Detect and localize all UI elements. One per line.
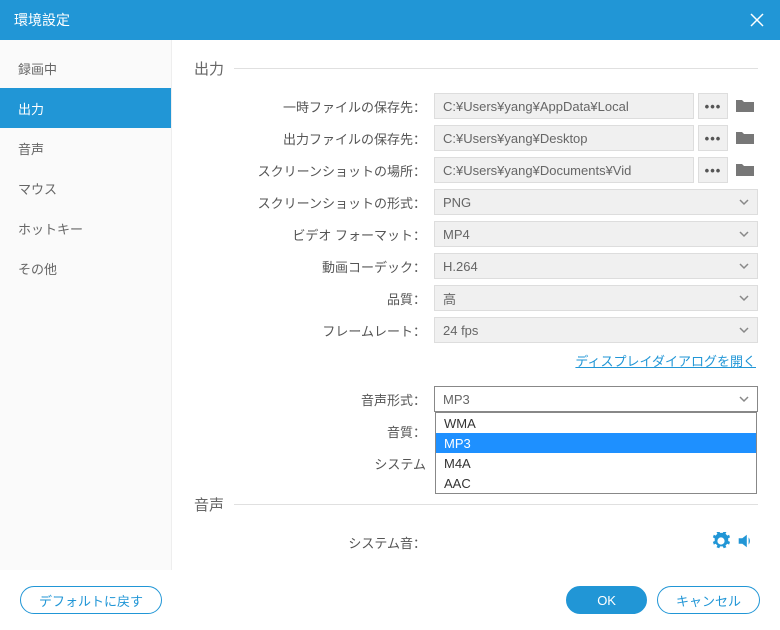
sidebar-item-label: ホットキー [18,219,83,238]
video-codec-select[interactable]: H.264 [434,253,758,279]
chevron-down-icon [739,259,749,274]
framerate-select[interactable]: 24 fps [434,317,758,343]
browse-button[interactable]: ••• [698,125,728,151]
sidebar-item-recording[interactable]: 録画中 [0,48,171,88]
row-label: 出力ファイルの保存先： [194,129,434,148]
dropdown-option-m4a[interactable]: M4A [436,453,756,473]
chevron-down-icon [739,227,749,242]
bottom-bar: デフォルトに戻す OK キャンセル [0,570,780,630]
output-path-field[interactable]: C:¥Users¥yang¥Desktop [434,125,694,151]
temp-path-field[interactable]: C:¥Users¥yang¥AppData¥Local [434,93,694,119]
close-icon[interactable] [748,11,766,29]
section-heading-label: 音声 [194,494,224,515]
sidebar-item-label: マウス [18,179,57,198]
row-label: システム音： [194,533,434,552]
row-label: システム [194,454,434,473]
quality-select[interactable]: 高 [434,285,758,311]
select-value: MP3 [443,392,470,407]
section-heading-audio: 音声 [194,494,758,515]
audio-format-select[interactable]: MP3 WMA MP3 M4A AAC [434,386,758,412]
row-label: 一時ファイルの保存先： [194,97,434,116]
sidebar-item-label: 出力 [18,99,44,118]
row-label: スクリーンショットの場所： [194,161,434,180]
screenshot-path-field[interactable]: C:¥Users¥yang¥Documents¥Vid [434,157,694,183]
row-framerate: フレームレート： 24 fps [194,315,758,345]
row-system-sound: システム音： [194,527,758,557]
open-folder-icon[interactable] [732,93,758,119]
sidebar-item-hotkey[interactable]: ホットキー [0,208,171,248]
sidebar-item-label: その他 [18,259,57,278]
chevron-down-icon [739,392,749,407]
dropdown-option-aac[interactable]: AAC [436,473,756,493]
gear-icon[interactable] [712,532,730,553]
window-title: 環境設定 [14,10,748,30]
sidebar-item-audio[interactable]: 音声 [0,128,171,168]
dropdown-option-mp3[interactable]: MP3 [436,433,756,453]
row-label: 音質： [194,422,434,441]
section-divider [234,504,758,505]
row-screenshot-format: スクリーンショットの形式： PNG [194,187,758,217]
select-value: H.264 [443,259,478,274]
reset-defaults-button[interactable]: デフォルトに戻す [20,586,162,614]
dropdown-option-wma[interactable]: WMA [436,413,756,433]
select-value: MP4 [443,227,470,242]
row-output-path: 出力ファイルの保存先： C:¥Users¥yang¥Desktop ••• [194,123,758,153]
select-value: PNG [443,195,471,210]
chevron-down-icon [739,291,749,306]
row-label: フレームレート： [194,321,434,340]
section-heading-label: 出力 [194,58,224,79]
ok-button[interactable]: OK [566,586,647,614]
row-label: 品質： [194,289,434,308]
video-format-select[interactable]: MP4 [434,221,758,247]
row-label: スクリーンショットの形式： [194,193,434,212]
sidebar: 録画中 出力 音声 マウス ホットキー その他 [0,40,172,570]
row-quality: 品質： 高 [194,283,758,313]
audio-format-dropdown: WMA MP3 M4A AAC [435,412,757,494]
select-value: 高 [443,289,456,308]
titlebar: 環境設定 [0,0,780,40]
sidebar-item-output[interactable]: 出力 [0,88,171,128]
chevron-down-icon [739,323,749,338]
browse-button[interactable]: ••• [698,157,728,183]
content-pane: 出力 一時ファイルの保存先： C:¥Users¥yang¥AppData¥Loc… [172,40,780,570]
display-dialog-link-row: ディスプレイダイアログを開く [194,351,758,370]
select-value: 24 fps [443,323,478,338]
row-label: 音声形式： [194,390,434,409]
sidebar-item-other[interactable]: その他 [0,248,171,288]
row-video-codec: 動画コーデック： H.264 [194,251,758,281]
sidebar-item-label: 録画中 [18,59,57,78]
row-video-format: ビデオ フォーマット： MP4 [194,219,758,249]
row-screenshot-path: スクリーンショットの場所： C:¥Users¥yang¥Documents¥Vi… [194,155,758,185]
section-heading-output: 出力 [194,58,758,79]
row-label: ビデオ フォーマット： [194,225,434,244]
speaker-icon[interactable] [736,532,754,553]
row-temp-path: 一時ファイルの保存先： C:¥Users¥yang¥AppData¥Local … [194,91,758,121]
sidebar-item-label: 音声 [18,139,44,158]
section-divider [234,68,758,69]
screenshot-format-select[interactable]: PNG [434,189,758,215]
row-label: 動画コーデック： [194,257,434,276]
chevron-down-icon [739,195,749,210]
browse-button[interactable]: ••• [698,93,728,119]
row-audio-format: 音声形式： MP3 WMA MP3 M4A AAC [194,384,758,414]
open-folder-icon[interactable] [732,125,758,151]
open-folder-icon[interactable] [732,157,758,183]
cancel-button[interactable]: キャンセル [657,586,760,614]
sidebar-item-mouse[interactable]: マウス [0,168,171,208]
display-dialog-link[interactable]: ディスプレイダイアログを開く [575,354,756,369]
